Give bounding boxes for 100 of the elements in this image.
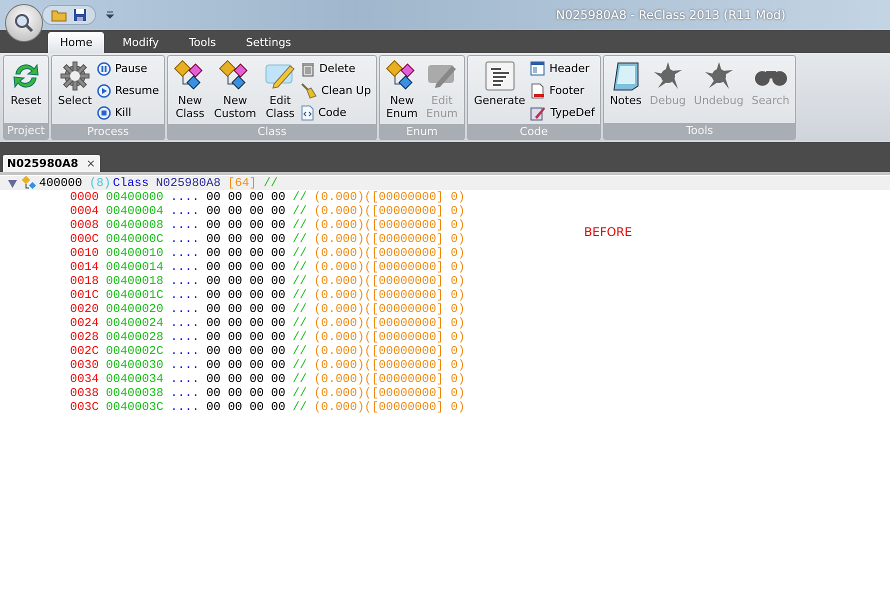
save-icon[interactable]: [73, 8, 87, 22]
class-icon: [21, 176, 37, 190]
hex-bytes: 00 00 00 00: [206, 260, 286, 274]
expand-icon[interactable]: [7, 178, 18, 188]
ribbon-button[interactable]: Kill: [96, 103, 162, 122]
value-comment: (0.000)([00000000] 0): [314, 246, 466, 260]
comment-marker: //: [292, 358, 307, 372]
group-label: Class: [168, 124, 376, 140]
value-comment: (0.000)([00000000] 0): [314, 288, 466, 302]
address: 00400010: [106, 246, 164, 260]
offset: 000C: [70, 232, 99, 246]
offset: 003C: [70, 400, 99, 414]
comment-marker: //: [292, 386, 307, 400]
class-size: (8): [89, 176, 111, 190]
class-address: 400000: [39, 176, 82, 190]
hex-bytes: 00 00 00 00: [206, 204, 286, 218]
group-label: Code: [468, 124, 600, 140]
ribbon-button[interactable]: Header: [530, 59, 597, 78]
footer-icon: [530, 82, 546, 98]
address: 00400018: [106, 274, 164, 288]
address: 00400030: [106, 358, 164, 372]
folder-icon[interactable]: [51, 8, 67, 22]
ascii-dots: ....: [170, 372, 200, 386]
offset: 0004: [70, 204, 99, 218]
ribbon-button[interactable]: Resume: [96, 81, 162, 100]
hex-bytes: 00 00 00 00: [206, 218, 286, 232]
ribbon-button[interactable]: TypeDef: [530, 103, 597, 122]
offset: 0028: [70, 330, 99, 344]
hex-bytes: 00 00 00 00: [206, 330, 286, 344]
ribbon-tab[interactable]: Modify: [110, 32, 171, 53]
broom-icon: [301, 82, 318, 98]
offset: 001C: [70, 288, 99, 302]
ribbon-button[interactable]: Code: [301, 103, 373, 122]
value-comment: (0.000)([00000000] 0): [314, 330, 466, 344]
offset: 0020: [70, 302, 99, 316]
ribbon-button[interactable]: Notes: [606, 58, 645, 121]
offset: 0024: [70, 316, 99, 330]
class-name[interactable]: N025980A8: [156, 176, 221, 190]
comment-marker: //: [292, 260, 307, 274]
value-comment: (0.000)([00000000] 0): [314, 204, 466, 218]
address: 0040003C: [106, 400, 164, 414]
address: 00400024: [106, 316, 164, 330]
ribbon-button[interactable]: Clean Up: [301, 81, 373, 100]
ascii-dots: ....: [170, 274, 200, 288]
ribbon-button[interactable]: New Enum: [382, 58, 421, 122]
comment-marker: //: [292, 246, 307, 260]
ribbon-button[interactable]: Generate: [470, 58, 528, 122]
ribbon-button[interactable]: Footer: [530, 81, 597, 100]
address: 00400008: [106, 218, 164, 232]
typedef-icon: [530, 104, 546, 120]
ribbon-button[interactable]: Select: [55, 58, 95, 122]
ribbon-button[interactable]: Reset: [7, 58, 45, 121]
ribbon-tab[interactable]: Settings: [234, 32, 304, 53]
ribbon-button[interactable]: Pause: [96, 59, 162, 78]
comment-marker: //: [292, 372, 307, 386]
ribbon-button[interactable]: New Class: [171, 58, 210, 122]
group-label: Project: [4, 123, 48, 139]
hex-bytes: 00 00 00 00: [206, 386, 286, 400]
ribbon-button[interactable]: New Custom: [211, 58, 260, 122]
comment-marker: //: [292, 190, 307, 204]
application-menu-button[interactable]: [5, 4, 43, 42]
ascii-dots: ....: [170, 386, 200, 400]
address: 00400000: [106, 190, 164, 204]
value-comment: (0.000)([00000000] 0): [314, 344, 466, 358]
value-comment: (0.000)([00000000] 0): [314, 302, 466, 316]
hex-bytes: 00 00 00 00: [206, 400, 286, 414]
ascii-dots: ....: [170, 190, 200, 204]
address: 00400004: [106, 204, 164, 218]
offset: 002C: [70, 344, 99, 358]
ascii-dots: ....: [170, 204, 200, 218]
address: 00400028: [106, 330, 164, 344]
pause-icon: [96, 62, 111, 76]
value-comment: (0.000)([00000000] 0): [314, 190, 466, 204]
class-keyword: Class: [112, 176, 149, 190]
hex-bytes: 00 00 00 00: [206, 190, 286, 204]
window-title: N025980A8 - ReClass 2013 (R11 Mod): [556, 8, 786, 22]
ribbon-button[interactable]: Delete: [301, 59, 373, 78]
ascii-dots: ....: [170, 288, 200, 302]
hex-bytes: 00 00 00 00: [206, 274, 286, 288]
ascii-dots: ....: [170, 302, 200, 316]
annotation-text: BEFORE: [584, 225, 632, 239]
comment-marker: //: [292, 288, 307, 302]
comment-marker: //: [292, 218, 307, 232]
close-icon[interactable]: ×: [86, 157, 96, 170]
hex-bytes: 00 00 00 00: [206, 358, 286, 372]
dropdown-icon[interactable]: [106, 11, 114, 19]
ribbon-button[interactable]: Edit Class: [261, 58, 300, 122]
ribbon-tab[interactable]: Home: [48, 32, 104, 53]
ascii-dots: ....: [170, 232, 200, 246]
value-comment: (0.000)([00000000] 0): [314, 372, 466, 386]
ribbon-tab[interactable]: Tools: [176, 32, 228, 53]
hex-bytes: 00 00 00 00: [206, 246, 286, 260]
offset: 0030: [70, 358, 99, 372]
address: 0040001C: [106, 288, 164, 302]
trash-icon: [301, 60, 316, 76]
hex-bytes: 00 00 00 00: [206, 372, 286, 386]
ascii-dots: ....: [170, 260, 200, 274]
comment-marker: //: [292, 302, 307, 316]
document-tab[interactable]: N025980A8 ×: [3, 155, 100, 172]
hex-bytes: 00 00 00 00: [206, 302, 286, 316]
